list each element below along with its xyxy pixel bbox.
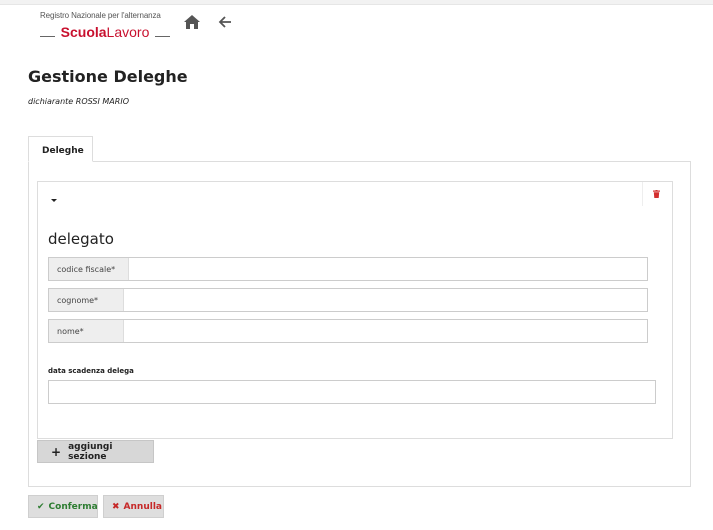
collapse-caret-icon[interactable] <box>49 190 59 202</box>
nome-field: nome* <box>48 319 648 343</box>
cancel-button[interactable]: ✖ Annulla <box>103 495 164 518</box>
codice-fiscale-label: codice fiscale* <box>49 258 129 280</box>
declarant-label: dichiarante <box>28 97 74 106</box>
scuolalavoro-logo[interactable]: Registro Nazionale per l'alternanza Scuo… <box>40 11 170 40</box>
declarant-info: dichiarante ROSSI MARIO <box>28 97 129 106</box>
nome-input[interactable] <box>124 320 647 342</box>
expiry-date-input[interactable] <box>48 380 656 404</box>
codice-fiscale-input[interactable] <box>129 258 647 280</box>
logo-text-bold: Scuola <box>60 24 107 40</box>
cancel-label: Annulla <box>123 501 162 512</box>
logo-wordmark: ScuolaLavoro <box>40 24 170 40</box>
declarant-name: ROSSI MARIO <box>75 97 129 106</box>
codice-fiscale-field: codice fiscale* <box>48 257 648 281</box>
home-icon[interactable] <box>184 14 200 29</box>
back-arrow-icon[interactable] <box>218 14 232 28</box>
delete-section-button[interactable] <box>642 182 674 206</box>
top-strip <box>0 0 713 5</box>
expiry-date-label: data scadenza delega <box>48 367 134 375</box>
nome-label: nome* <box>49 320 124 342</box>
checkmark-icon: ✔ <box>37 501 45 512</box>
tab-deleghe[interactable]: Deleghe <box>28 136 93 162</box>
trash-icon <box>653 190 660 198</box>
plus-icon: + <box>51 444 62 459</box>
close-icon: ✖ <box>112 501 120 512</box>
confirm-label: Conferma <box>48 501 98 512</box>
cognome-field: cognome* <box>48 288 648 312</box>
logo-text: ScuolaLavoro <box>61 24 150 40</box>
logo-line-left <box>40 36 55 37</box>
delegate-section: delegato codice fiscale* cognome* nome* … <box>37 181 673 439</box>
logo-text-light: Lavoro <box>106 24 150 40</box>
confirm-button[interactable]: ✔ Conferma <box>28 495 98 518</box>
page-title: Gestione Deleghe <box>28 67 188 86</box>
cognome-label: cognome* <box>49 289 124 311</box>
logo-subtitle: Registro Nazionale per l'alternanza <box>40 11 161 20</box>
section-title: delegato <box>48 230 114 248</box>
add-section-button[interactable]: + aggiungi sezione <box>37 440 154 463</box>
add-section-label: aggiungi sezione <box>68 441 113 462</box>
cognome-input[interactable] <box>124 289 647 311</box>
logo-line-right <box>155 36 170 37</box>
